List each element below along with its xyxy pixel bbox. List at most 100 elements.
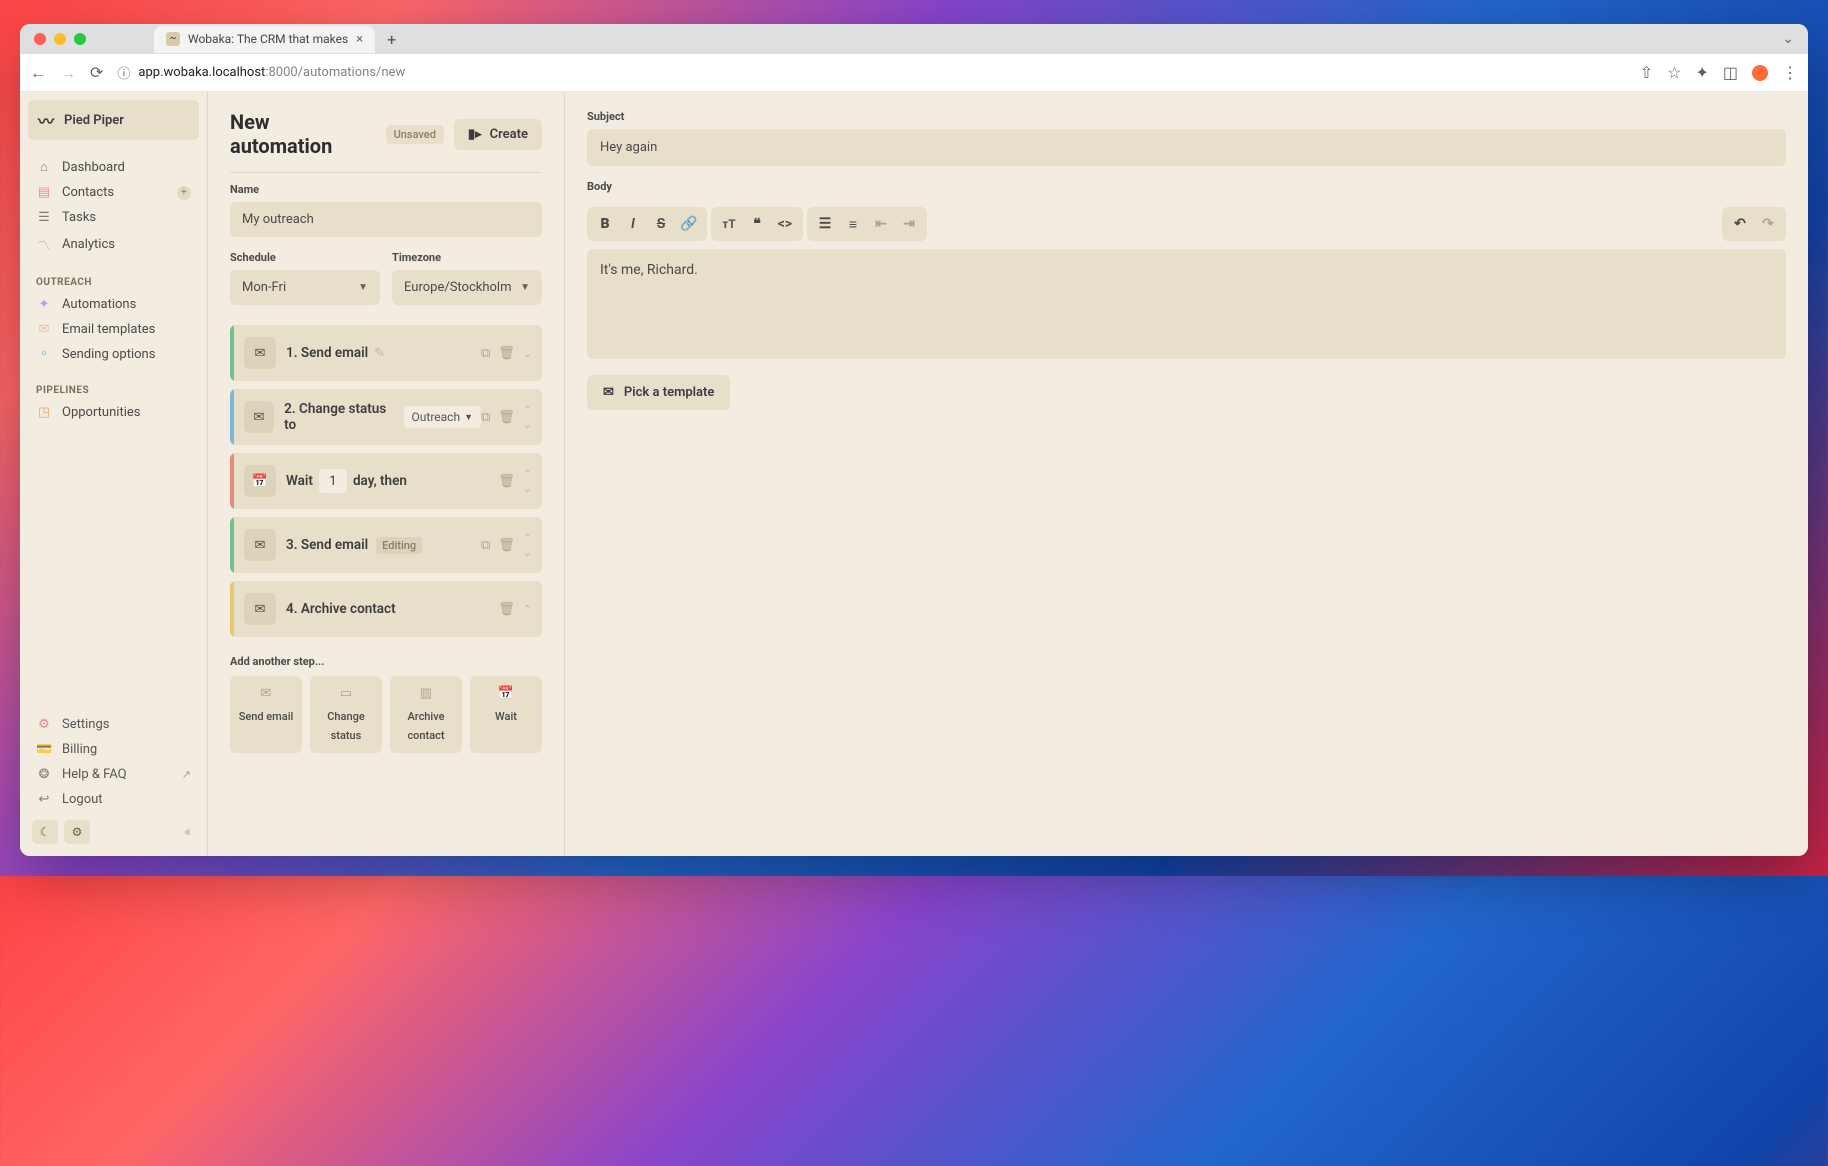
share-icon[interactable]: ⇧ <box>1640 63 1653 82</box>
panel-icon[interactable]: ◫ <box>1723 63 1738 82</box>
extensions-icon[interactable]: ✦ <box>1695 63 1708 82</box>
step-row[interactable]: ✉1. Send email✎⧉🗑⌄ <box>230 325 542 381</box>
link-button[interactable]: 🔗 <box>675 211 703 237</box>
collapse-sidebar-icon[interactable]: « <box>180 820 195 844</box>
close-tab-icon[interactable]: × <box>356 32 363 47</box>
indent-button[interactable]: ⇥ <box>895 211 923 237</box>
add-wait-button[interactable]: 📅Wait <box>470 676 542 753</box>
strike-button[interactable]: S <box>647 211 675 237</box>
sidebar-item-billing[interactable]: 💳Billing <box>28 737 199 762</box>
envelope-icon: ✉ <box>236 686 296 701</box>
browser-window: ~ Wobaka: The CRM that makes × + ⌄ ← → ⟳… <box>20 24 1808 856</box>
workspace-name: Pied Piper <box>64 113 124 128</box>
step-row[interactable]: ✉3. Send emailEditing⧉🗑⌃⌄ <box>230 517 542 573</box>
status-select[interactable]: Outreach ▼ <box>404 406 481 428</box>
minimize-window-icon[interactable] <box>54 33 66 45</box>
envelope-icon: ✉ <box>244 529 276 561</box>
bullet-list-button[interactable]: ☰ <box>811 211 839 237</box>
extension-badge-icon[interactable] <box>1752 65 1768 81</box>
back-icon[interactable]: ← <box>30 63 46 83</box>
copy-icon[interactable]: ⧉ <box>481 346 490 361</box>
sidebar-item-settings[interactable]: ⚙Settings <box>28 712 199 737</box>
sidebar-item-contacts[interactable]: ▤Contacts+ <box>28 180 199 205</box>
tab-strip: ~ Wobaka: The CRM that makes × + <box>154 26 402 53</box>
add-contact-icon[interactable]: + <box>177 186 191 200</box>
move-up-icon[interactable]: ⌃ <box>523 469 532 480</box>
add-change-status-button[interactable]: ▭Change status <box>310 676 382 753</box>
theme-dark-button[interactable]: ☾ <box>32 820 58 844</box>
sidebar-item-tasks[interactable]: ☰Tasks <box>28 205 199 230</box>
sidebar-item-opportunities[interactable]: ◳Opportunities <box>28 400 199 425</box>
sidebar: 〰 Pied Piper ⌂Dashboard ▤Contacts+ ☰Task… <box>20 92 208 856</box>
theme-settings-button[interactable]: ⚙ <box>64 820 90 844</box>
trash-icon[interactable]: 🗑 <box>498 602 515 617</box>
analytics-icon: 〽 <box>36 235 52 254</box>
body-editor[interactable]: It's me, Richard. <box>587 249 1786 359</box>
add-archive-button[interactable]: ▥Archive contact <box>390 676 462 753</box>
close-window-icon[interactable] <box>34 33 46 45</box>
trash-icon[interactable]: 🗑 <box>498 474 515 489</box>
forward-icon[interactable]: → <box>60 63 76 83</box>
timezone-label: Timezone <box>392 251 542 264</box>
copy-icon[interactable]: ⧉ <box>481 410 490 425</box>
move-down-icon[interactable]: ⌄ <box>523 348 532 359</box>
move-up-icon[interactable]: ⌃ <box>523 533 532 544</box>
contacts-icon: ▤ <box>36 185 52 200</box>
sidebar-item-sending-options[interactable]: ⚬Sending options <box>28 342 199 367</box>
sidebar-item-logout[interactable]: ↩Logout <box>28 787 199 812</box>
new-tab-button[interactable]: + <box>381 30 402 49</box>
copy-icon[interactable]: ⧉ <box>481 538 490 553</box>
step-row[interactable]: 📅Wait day, then🗑⌃⌄ <box>230 453 542 509</box>
undo-button[interactable]: ↶ <box>1726 211 1754 237</box>
trash-icon[interactable]: 🗑 <box>498 410 515 425</box>
trash-icon[interactable]: 🗑 <box>498 346 515 361</box>
bold-button[interactable]: B <box>591 211 619 237</box>
move-down-icon[interactable]: ⌄ <box>523 547 532 558</box>
browser-tab[interactable]: ~ Wobaka: The CRM that makes × <box>154 26 375 53</box>
move-up-icon[interactable]: ⌃ <box>523 405 532 416</box>
external-link-icon: ↗ <box>182 768 191 781</box>
trash-icon[interactable]: 🗑 <box>498 538 515 553</box>
sidebar-item-analytics[interactable]: 〽Analytics <box>28 230 199 259</box>
move-down-icon[interactable]: ⌄ <box>523 419 532 430</box>
help-icon: ❂ <box>36 767 52 782</box>
timezone-select[interactable]: Europe/Stockholm ▼ <box>392 270 542 305</box>
menu-icon[interactable]: ⋮ <box>1782 63 1798 82</box>
subject-input[interactable] <box>587 129 1786 166</box>
automation-panel: New automation Unsaved ▮▸ Create Name Sc… <box>208 92 565 856</box>
quote-button[interactable]: ❝ <box>743 211 771 237</box>
create-button[interactable]: ▮▸ Create <box>454 119 542 150</box>
logout-icon: ↩ <box>36 792 52 807</box>
number-list-button[interactable]: ≡ <box>839 211 867 237</box>
add-send-email-button[interactable]: ✉Send email <box>230 676 302 753</box>
address-bar[interactable]: ⓘ app.wobaka.localhost:8000/automations/… <box>117 63 1625 82</box>
workspace-switcher[interactable]: 〰 Pied Piper <box>28 100 199 140</box>
chevron-down-icon[interactable]: ⌄ <box>1782 31 1794 47</box>
sidebar-item-dashboard[interactable]: ⌂Dashboard <box>28 154 199 180</box>
site-info-icon[interactable]: ⓘ <box>117 63 130 82</box>
name-input[interactable] <box>230 202 542 237</box>
pick-template-button[interactable]: ✉ Pick a template <box>587 375 730 410</box>
maximize-window-icon[interactable] <box>74 33 86 45</box>
sidebar-item-help[interactable]: ❂Help & FAQ↗ <box>28 762 199 787</box>
logo-icon: 〰 <box>38 108 54 132</box>
step-row[interactable]: ✉2. Change status toOutreach ▼⧉🗑⌃⌄ <box>230 389 542 445</box>
italic-button[interactable]: I <box>619 211 647 237</box>
bookmark-icon[interactable]: ☆ <box>1667 63 1681 82</box>
schedule-select[interactable]: Mon-Fri ▼ <box>230 270 380 305</box>
reload-icon[interactable]: ⟳ <box>90 63 103 83</box>
step-row[interactable]: ✉4. Archive contact🗑⌃ <box>230 581 542 637</box>
caret-down-icon: ▼ <box>520 282 530 293</box>
move-up-icon[interactable]: ⌃ <box>523 604 532 615</box>
redo-button[interactable]: ↷ <box>1754 211 1782 237</box>
steps-list: ✉1. Send email✎⧉🗑⌄ ✉2. Change status toO… <box>230 325 542 637</box>
body-label: Body <box>587 180 1786 193</box>
move-down-icon[interactable]: ⌄ <box>523 483 532 494</box>
heading-button[interactable]: ᴛT <box>715 211 743 237</box>
outdent-button[interactable]: ⇤ <box>867 211 895 237</box>
sidebar-item-automations[interactable]: ✦Automations <box>28 292 199 317</box>
edit-icon[interactable]: ✎ <box>374 346 385 361</box>
wait-days-input[interactable] <box>319 469 347 493</box>
code-button[interactable]: <> <box>771 211 799 237</box>
sidebar-item-email-templates[interactable]: ✉Email templates <box>28 317 199 342</box>
